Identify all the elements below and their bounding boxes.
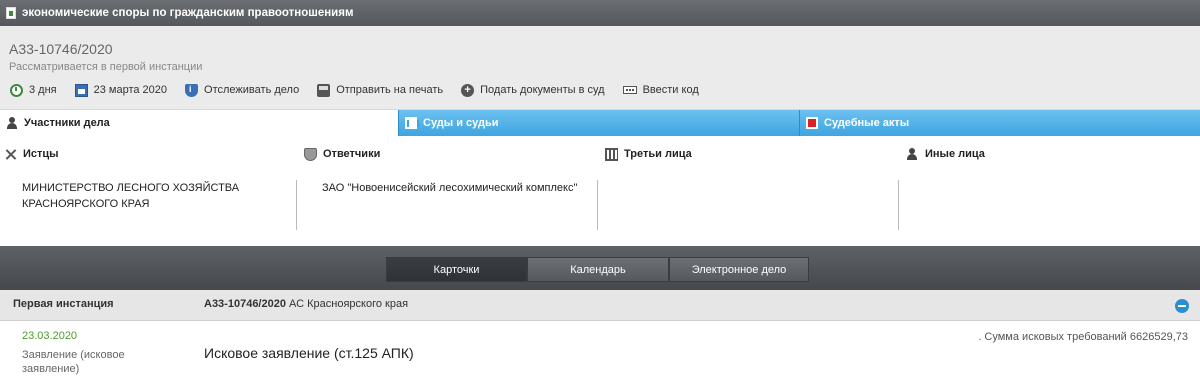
case-header: А33-10746/2020 Рассматривается в первой … <box>0 26 1200 110</box>
duration-indicator: 3 дня <box>10 83 57 97</box>
view-switcher-bar: Карточки Календарь Электронное дело <box>0 246 1200 290</box>
enter-code-button[interactable]: Ввести код <box>622 84 699 96</box>
tab-judicial-acts[interactable]: Судебные акты <box>799 110 1200 136</box>
defendants-column: Ответчики ЗАО "Новоенисейский лесохимиче… <box>300 146 601 236</box>
parties-panel: Истцы МИНИСТЕРСТВО ЛЕСНОГО ХОЗЯЙСТВА КРА… <box>0 146 1200 236</box>
plaintiffs-heading: Истцы <box>0 146 301 162</box>
instance-header: Первая инстанция А33-10746/2020 АС Красн… <box>0 290 1200 321</box>
plaintiffs-column: Истцы МИНИСТЕРСТВО ЛЕСНОГО ХОЗЯЙСТВА КРА… <box>0 146 301 236</box>
tab-courts-judges[interactable]: Суды и судьи <box>398 110 799 136</box>
pdf-icon <box>806 117 818 129</box>
third-parties-heading: Третьи лица <box>601 146 902 162</box>
tab-participants[interactable]: Участники дела <box>0 110 398 136</box>
view-cards-button[interactable]: Карточки <box>386 257 527 282</box>
entry-type: Заявление (исковое заявление) <box>22 349 125 375</box>
other-parties-heading-label: Иные лица <box>925 148 985 160</box>
view-calendar-button[interactable]: Календарь <box>527 257 669 282</box>
person-icon <box>6 117 18 129</box>
submit-documents-button[interactable]: + Подать документы в суд <box>461 83 605 97</box>
instance-court: АС Красноярского края <box>289 298 409 310</box>
tab-acts-label: Судебные акты <box>824 117 910 129</box>
case-category-title: экономические споры по гражданским право… <box>22 7 354 19</box>
top-bar: экономические споры по гражданским право… <box>0 0 1200 26</box>
other-parties-column: Иные лица <box>902 146 1200 236</box>
tab-participants-label: Участники дела <box>24 117 110 129</box>
column-divider <box>898 180 899 230</box>
case-entry: 23.03.2020 Заявление (исковое заявление)… <box>0 322 1200 380</box>
other-parties-heading: Иные лица <box>902 146 1200 162</box>
case-tabs: Участники дела Суды и судьи Судебные акт… <box>0 110 1200 136</box>
person-icon <box>906 147 919 161</box>
defendants-heading: Ответчики <box>300 146 601 162</box>
clock-icon <box>10 83 23 97</box>
instance-case-info: А33-10746/2020 АС Красноярского края <box>204 298 408 310</box>
track-case-label: Отслеживать дело <box>204 84 300 96</box>
submit-documents-label: Подать документы в суд <box>480 84 605 96</box>
defendants-heading-label: Ответчики <box>323 148 381 160</box>
plus-icon: + <box>461 83 475 97</box>
building-icon <box>405 117 419 129</box>
date-indicator: 23 марта 2020 <box>74 83 168 97</box>
print-button[interactable]: Отправить на печать <box>317 83 444 97</box>
instance-label: Первая инстанция <box>13 298 114 310</box>
defendant-name[interactable]: ЗАО "Новоенисейский лесохимический компл… <box>322 180 591 196</box>
fence-icon <box>605 147 618 161</box>
column-divider <box>597 180 598 230</box>
duration-label: 3 дня <box>29 84 57 96</box>
collapse-icon[interactable] <box>1175 299 1189 313</box>
third-parties-column: Третьи лица <box>601 146 902 236</box>
date-label: 23 марта 2020 <box>93 84 168 96</box>
case-number: А33-10746/2020 <box>9 41 113 57</box>
third-parties-heading-label: Третьи лица <box>624 148 692 160</box>
case-actions: 3 дня 23 марта 2020 Отслеживать дело Отп… <box>10 82 717 98</box>
track-case-button[interactable]: Отслеживать дело <box>185 83 300 97</box>
instance-case-number: А33-10746/2020 <box>204 298 286 310</box>
shield-info-icon <box>185 83 199 97</box>
swords-icon <box>4 148 17 161</box>
print-label: Отправить на печать <box>336 84 444 96</box>
document-icon <box>6 7 16 19</box>
enter-code-label: Ввести код <box>642 84 699 96</box>
case-status: Рассматривается в первой инстанции <box>9 61 203 73</box>
calendar-icon <box>74 83 88 97</box>
plaintiff-name[interactable]: МИНИСТЕРСТВО ЛЕСНОГО ХОЗЯЙСТВА КРАСНОЯРС… <box>22 180 291 212</box>
plaintiffs-heading-label: Истцы <box>23 148 59 160</box>
column-divider <box>296 180 297 230</box>
printer-icon <box>317 83 331 97</box>
shield-icon <box>304 147 317 161</box>
claim-sum: . Сумма исковых требований 6626529,73 <box>978 331 1188 343</box>
entry-date: 23.03.2020 <box>22 330 78 342</box>
keyboard-icon <box>622 86 637 94</box>
view-electronic-case-button[interactable]: Электронное дело <box>669 257 809 282</box>
tab-courts-label: Суды и судьи <box>423 117 499 129</box>
entry-title[interactable]: Исковое заявление (ст.125 АПК) <box>204 345 414 361</box>
